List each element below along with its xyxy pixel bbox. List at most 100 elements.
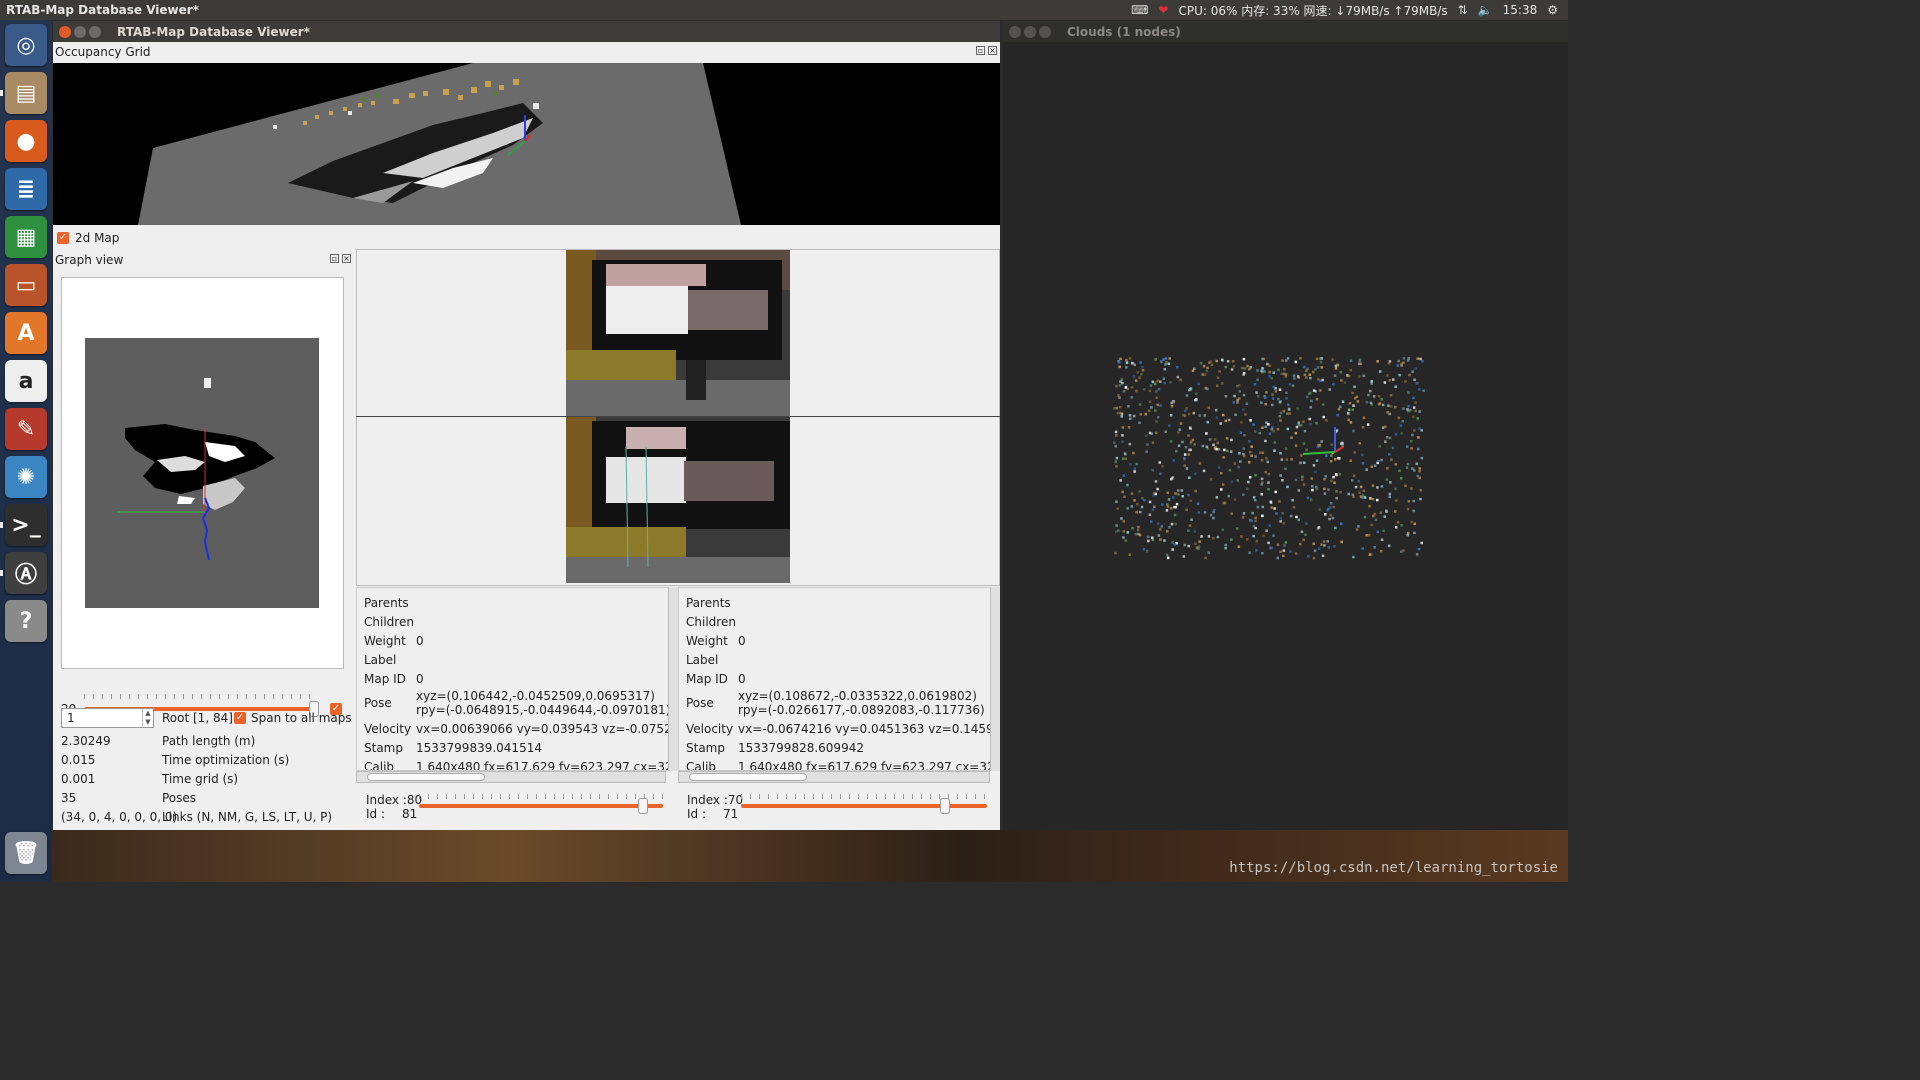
close-icon[interactable] (59, 25, 71, 38)
cloud-point (1151, 441, 1155, 444)
info-left-hscroll[interactable] (356, 771, 666, 783)
cloud-point (1267, 481, 1270, 484)
clock[interactable]: 15:38 (1503, 3, 1538, 17)
info-key: Stamp (364, 741, 403, 755)
scroll-thumb[interactable] (367, 773, 485, 781)
cloud-point (1413, 522, 1416, 526)
cloud-point (1124, 539, 1128, 542)
writer-icon[interactable]: ≣ (5, 168, 47, 210)
cloud-point (1329, 460, 1333, 463)
info-left-vscroll[interactable] (668, 587, 678, 771)
scroll-thumb[interactable] (689, 773, 807, 781)
help-icon[interactable]: ? (5, 600, 47, 642)
cloud-point (1143, 498, 1146, 502)
stepper-arrows-icon[interactable]: ▲ ▼ (142, 709, 153, 727)
cloud-point (1246, 364, 1249, 368)
network-icon[interactable]: ⇅ (1458, 3, 1468, 17)
cloud-point (1358, 375, 1361, 378)
occupancy-grid-view[interactable] (53, 63, 1000, 225)
info-right-hscroll[interactable] (678, 771, 990, 783)
cloud-point (1406, 408, 1409, 411)
cloud-point (1248, 551, 1251, 554)
camera-image-top[interactable] (566, 250, 790, 416)
shutter-icon[interactable]: ✺ (5, 456, 47, 498)
cloud-point (1189, 442, 1192, 445)
impress-icon[interactable]: ▭ (5, 264, 47, 306)
software-center-icon[interactable]: A (5, 312, 47, 354)
cloud-point (1279, 520, 1282, 523)
span-all-maps-checkbox[interactable]: ✓ (234, 712, 246, 724)
settings-icon[interactable]: ✎ (5, 408, 47, 450)
camera-image-bottom[interactable] (566, 417, 790, 583)
cloud-point (1283, 544, 1286, 547)
maximize-icon[interactable] (1039, 25, 1051, 38)
cloud-point (1314, 368, 1317, 371)
keyboard-icon[interactable]: ⌨ (1131, 3, 1148, 17)
cloud-point (1398, 373, 1401, 377)
cloud-point (1194, 392, 1198, 395)
cloud-point (1237, 465, 1240, 469)
cloud-point (1303, 373, 1307, 377)
cloud-point (1166, 491, 1169, 494)
info-right-vscroll[interactable] (990, 587, 1000, 771)
amazon-icon[interactable]: a (5, 360, 47, 402)
cloud-point (1270, 546, 1273, 550)
cloud-point (1155, 431, 1158, 435)
cloud-point (1116, 411, 1120, 415)
point-cloud-view[interactable] (1003, 42, 1568, 830)
cloud-point (1363, 515, 1367, 519)
graph-view-dock-header[interactable]: Graph view ▫ × (53, 250, 354, 270)
cloud-point (1353, 385, 1356, 389)
minimize-icon[interactable] (74, 25, 86, 38)
cloud-point (1286, 485, 1289, 489)
cloud-point (1339, 370, 1342, 374)
cloud-point (1206, 420, 1209, 424)
close-icon[interactable]: × (988, 46, 997, 55)
index-left-slider[interactable] (419, 804, 663, 808)
files-icon[interactable]: ▤ (5, 72, 47, 114)
terminal-icon[interactable]: >_ (5, 504, 47, 546)
cloud-point (1230, 480, 1234, 483)
index-right-slider[interactable] (741, 804, 987, 808)
slider-handle[interactable] (940, 798, 951, 814)
updater-icon[interactable]: Ⓐ (5, 552, 47, 594)
root-id-spinbox[interactable]: 1 ▲ ▼ (61, 708, 154, 728)
system-monitor[interactable]: CPU: 06% 内存: 33% 网速: ↓79MB/s ↑79MB/s (1178, 2, 1447, 19)
cloud-point (1332, 475, 1335, 479)
cloud-point (1115, 456, 1119, 460)
cloud-point (1321, 403, 1325, 406)
calc-icon[interactable]: ▦ (5, 216, 47, 258)
cloud-point (1323, 492, 1327, 495)
cloud-point (1415, 462, 1418, 466)
cloud-point (1182, 555, 1186, 558)
clouds-titlebar[interactable]: Clouds (1 nodes) (1003, 21, 1568, 42)
cloud-point (1115, 530, 1118, 533)
database-viewer-window: RTAB-Map Database Viewer* Occupancy Grid… (53, 21, 1000, 830)
slider-handle[interactable] (638, 798, 649, 814)
float-icon[interactable]: ▫ (976, 46, 985, 55)
volume-icon[interactable]: 🔈 (1478, 3, 1493, 17)
cloud-point (1358, 358, 1362, 361)
info-key: Map ID (686, 672, 728, 686)
map-2d-checkbox[interactable]: ✓ (57, 232, 69, 244)
gear-icon[interactable]: ⚙ (1547, 3, 1558, 17)
cloud-point (1156, 487, 1159, 491)
cloud-point (1220, 382, 1224, 385)
cloud-point (1203, 373, 1207, 376)
graph-canvas[interactable] (61, 277, 344, 669)
close-icon[interactable]: × (342, 254, 351, 263)
minimize-icon[interactable] (1024, 25, 1036, 38)
occupancy-grid-dock-header[interactable]: Occupancy Grid ▫ × (53, 42, 1000, 62)
cloud-point (1305, 448, 1308, 452)
float-icon[interactable]: ▫ (330, 254, 339, 263)
window-titlebar[interactable]: RTAB-Map Database Viewer* (53, 21, 1000, 42)
cloud-point (1129, 417, 1132, 420)
maximize-icon[interactable] (89, 25, 101, 38)
cloud-point (1372, 514, 1375, 518)
ubuntu-dash-icon[interactable]: ◎ (5, 24, 47, 66)
cloud-point (1308, 373, 1311, 376)
close-icon[interactable] (1009, 25, 1021, 38)
trash-icon[interactable]: 🗑 (5, 832, 47, 874)
firefox-icon[interactable]: ● (5, 120, 47, 162)
cloud-point (1411, 433, 1414, 437)
